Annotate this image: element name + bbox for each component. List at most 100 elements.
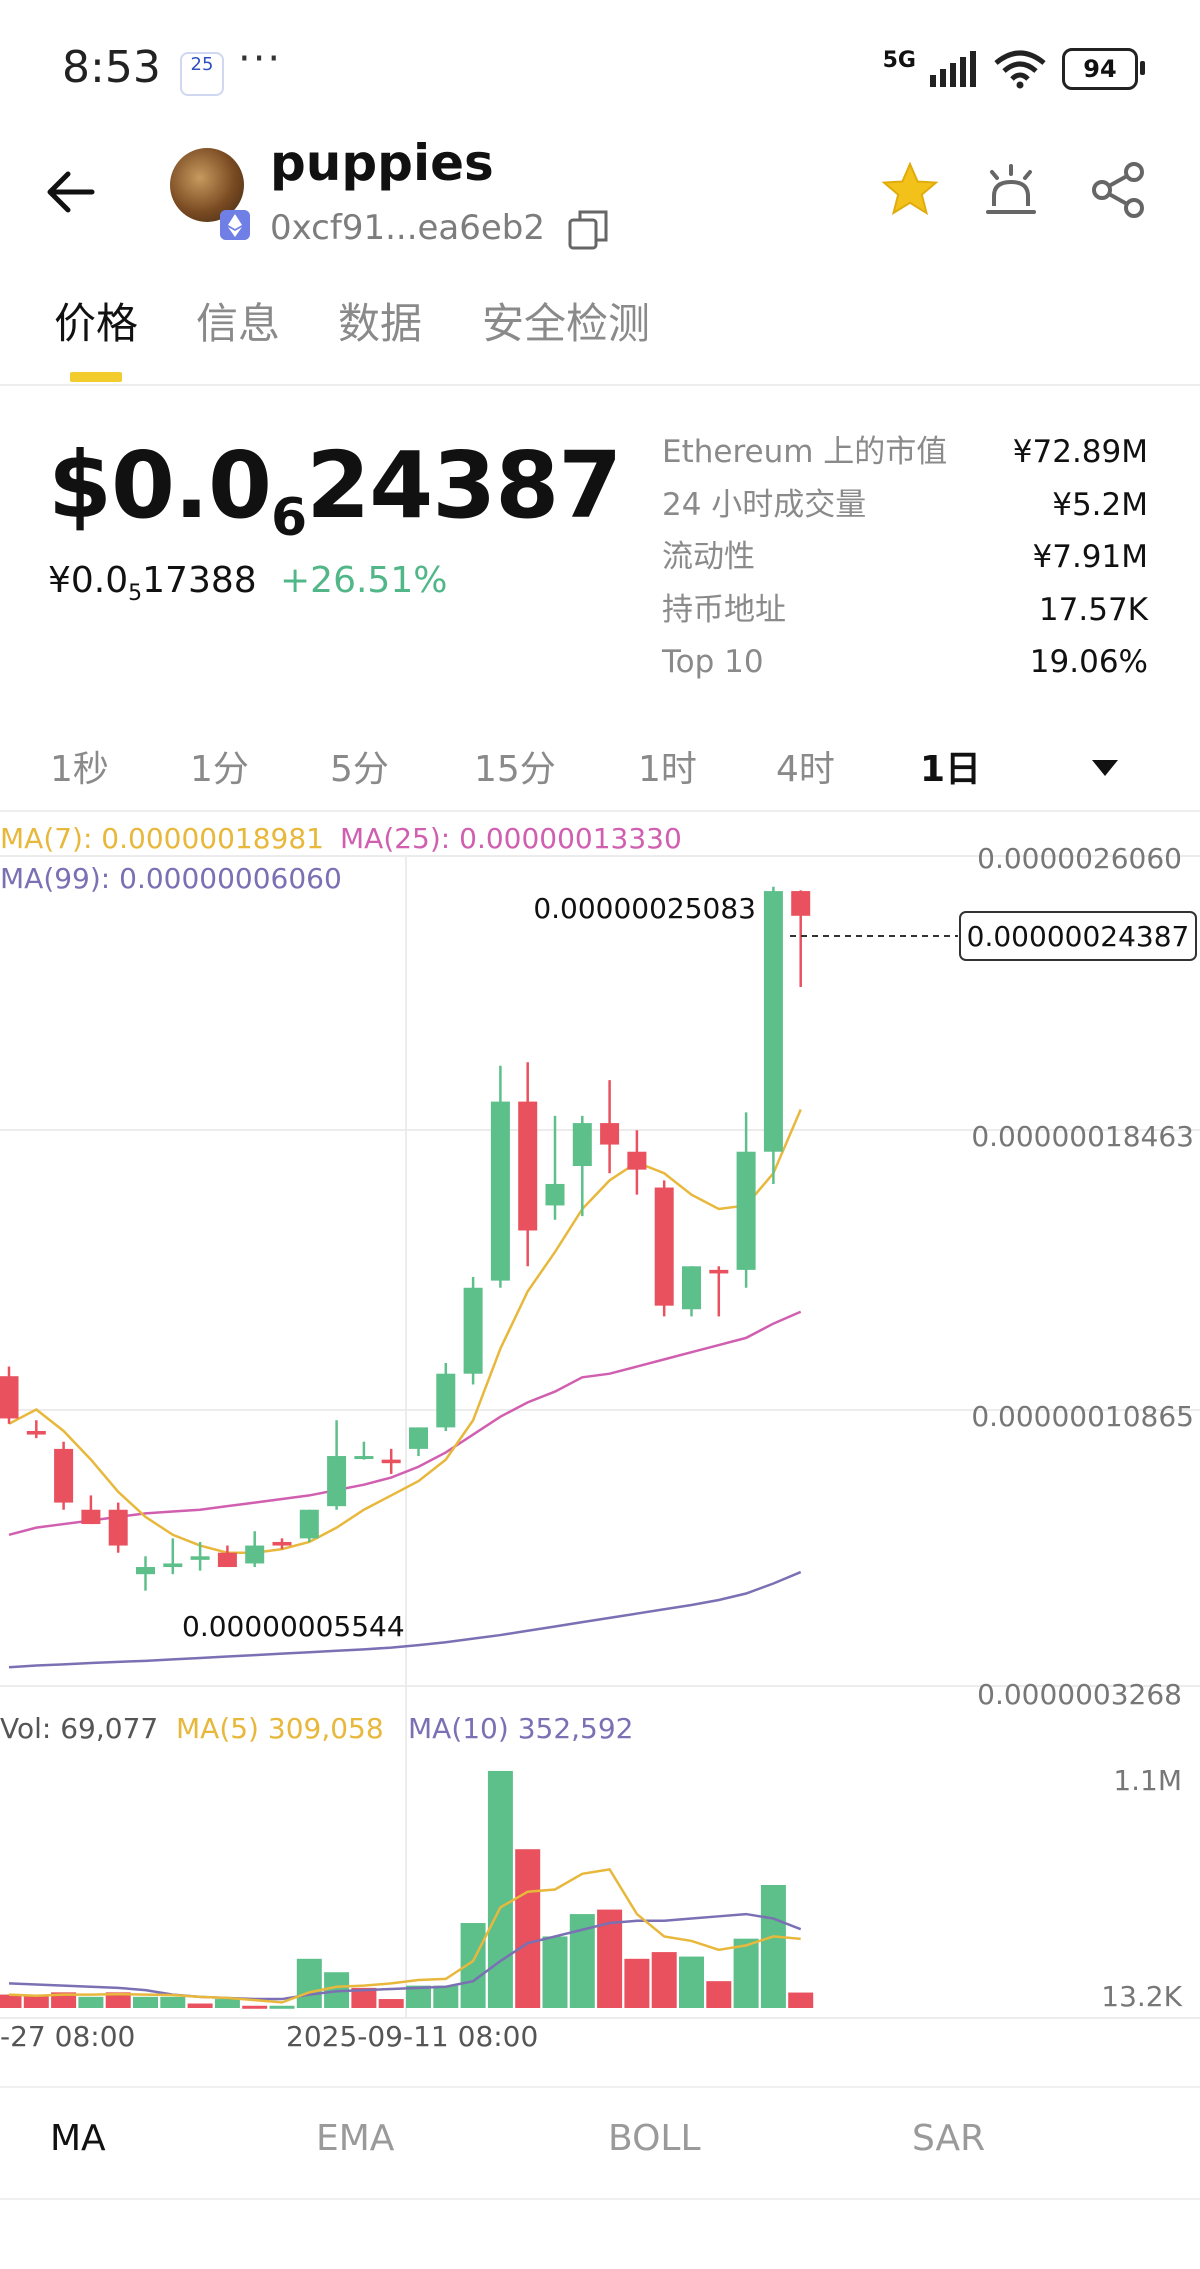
price-usd-zeros: 6 xyxy=(271,488,307,548)
candle-body xyxy=(190,1556,210,1560)
share-icon[interactable] xyxy=(1088,160,1148,220)
indicator-tabs: MA EMA BOLL SAR xyxy=(0,2086,1200,2200)
candle-body xyxy=(327,1456,347,1507)
price-axis-tick: 0.00000010865 xyxy=(971,1400,1194,1433)
candle-body xyxy=(54,1448,74,1503)
candle-body xyxy=(163,1563,183,1568)
status-time: 8:53 xyxy=(62,42,161,93)
volume-bar xyxy=(679,1956,704,2008)
volume-bar xyxy=(487,1770,513,2008)
candle-body xyxy=(654,1187,674,1306)
status-right-cluster: 5G 94 xyxy=(882,48,1145,90)
ma99-line xyxy=(8,1570,802,1669)
candle-body xyxy=(409,1427,428,1449)
candle-body xyxy=(490,1101,510,1281)
stat-label-top10: Top 10 xyxy=(662,644,764,680)
interval-5m[interactable]: 5分 xyxy=(330,740,389,792)
active-tab-indicator xyxy=(70,372,122,382)
price-cny-digits: 17388 xyxy=(142,560,257,601)
volume-bar xyxy=(515,1849,541,2008)
more-notifications-icon: ··· xyxy=(238,36,283,82)
stat-value-liquidity: ¥7.91M xyxy=(1032,539,1149,575)
alert-bell-icon[interactable] xyxy=(982,162,1040,220)
stat-value-holders: 17.57K xyxy=(1038,591,1148,628)
price-usd-digits: 24387 xyxy=(306,432,622,539)
candle-body xyxy=(572,1123,592,1167)
volume-bar xyxy=(624,1958,650,2008)
price-usd: $0.0624387 xyxy=(48,432,622,548)
candle-body xyxy=(791,891,811,916)
volume-bar xyxy=(433,1985,459,2008)
interval-4h[interactable]: 4时 xyxy=(776,740,835,792)
indicator-boll[interactable]: BOLL xyxy=(608,2118,701,2159)
volume-bar xyxy=(733,1938,759,2008)
interval-1s[interactable]: 1秒 xyxy=(50,740,109,792)
network-label: 5G xyxy=(882,48,916,73)
signal-icon xyxy=(930,51,976,87)
indicator-sar[interactable]: SAR xyxy=(912,2118,985,2159)
chevron-down-icon[interactable] xyxy=(1090,758,1120,778)
price-cny-zeros: 5 xyxy=(128,581,143,607)
volume-bar xyxy=(187,2003,213,2008)
stat-label-market-cap: Ethereum 上的市值 xyxy=(662,434,948,470)
interval-1m[interactable]: 1分 xyxy=(190,740,249,792)
tab-security[interactable]: 安全检测 xyxy=(482,290,650,351)
candle-body xyxy=(518,1101,538,1231)
wifi-icon xyxy=(994,50,1046,89)
candle-body xyxy=(81,1509,101,1525)
chart-grid xyxy=(0,855,1200,2019)
candle-body xyxy=(709,1269,729,1274)
token-address: 0xcf91...ea6eb2 xyxy=(270,208,546,248)
ma25-legend: MA(25): 0.00000013330 xyxy=(340,822,682,855)
candle-body xyxy=(545,1183,565,1206)
stat-value-market-cap: ¥72.89M xyxy=(1012,434,1148,470)
ma7-legend: MA(7): 0.00000018981 xyxy=(0,822,324,855)
candle-body xyxy=(627,1151,647,1170)
copy-icon[interactable] xyxy=(568,208,610,250)
volume-bar xyxy=(378,1999,404,2008)
battery-indicator: 94 xyxy=(1062,48,1145,90)
ma99-legend: MA(99): 0.00000006060 xyxy=(0,862,342,895)
candle-body xyxy=(26,1430,46,1435)
candlestick-chart[interactable]: MA(7): 0.00000018981 MA(25): 0.000000133… xyxy=(0,812,1200,2084)
volume-axis-tick: 1.1M xyxy=(1113,1764,1182,1797)
volume-bar xyxy=(269,2005,295,2009)
ethereum-icon xyxy=(220,210,250,240)
interval-1h[interactable]: 1时 xyxy=(638,740,697,792)
candle-body xyxy=(736,1151,756,1270)
stat-value-volume: ¥5.2M xyxy=(1052,486,1148,523)
candle-body xyxy=(108,1509,128,1546)
volume-bar xyxy=(242,2005,268,2009)
volume-bar xyxy=(651,1952,677,2008)
tab-price[interactable]: 价格 xyxy=(54,290,138,351)
token-name: puppies xyxy=(270,134,494,192)
high-price-label: 0.00000025083 xyxy=(533,892,756,925)
volume-axis-tick: 13.2K xyxy=(1101,1980,1182,2013)
candle-body xyxy=(682,1266,701,1310)
volume-bar xyxy=(788,1992,814,2008)
back-arrow-icon[interactable] xyxy=(40,160,104,224)
last-price-label: 0.00000024387 xyxy=(967,920,1190,953)
volume-bar xyxy=(133,1996,158,2008)
price-axis-tick: 0.0000026060 xyxy=(977,842,1182,875)
interval-15m[interactable]: 15分 xyxy=(474,740,556,792)
volume-bar xyxy=(78,1996,104,2008)
candle-body xyxy=(245,1545,265,1564)
star-icon[interactable] xyxy=(880,160,940,220)
interval-1d[interactable]: 1日 xyxy=(920,740,981,792)
top-tabs: 价格 信息 数据 安全检测 xyxy=(0,290,1200,386)
tab-data[interactable]: 数据 xyxy=(338,290,422,351)
volume-bar xyxy=(0,1994,22,2008)
stat-value-top10: 19.06% xyxy=(1029,644,1148,680)
indicator-ema[interactable]: EMA xyxy=(316,2118,394,2159)
price-usd-prefix: $0.0 xyxy=(48,432,272,539)
price-axis-tick: 0.0000003268 xyxy=(977,1678,1182,1711)
tab-info[interactable]: 信息 xyxy=(196,290,280,351)
candle-body xyxy=(136,1567,155,1575)
volume-bar xyxy=(706,1981,732,2008)
price-cny-prefix: ¥0.0 xyxy=(48,560,129,601)
indicator-ma[interactable]: MA xyxy=(50,2118,106,2159)
calendar-icon: 25 xyxy=(180,52,224,96)
volume-legend: Vol: 69,077 xyxy=(0,1712,158,1745)
price-axis-tick: 0.00000018463 xyxy=(971,1120,1194,1153)
